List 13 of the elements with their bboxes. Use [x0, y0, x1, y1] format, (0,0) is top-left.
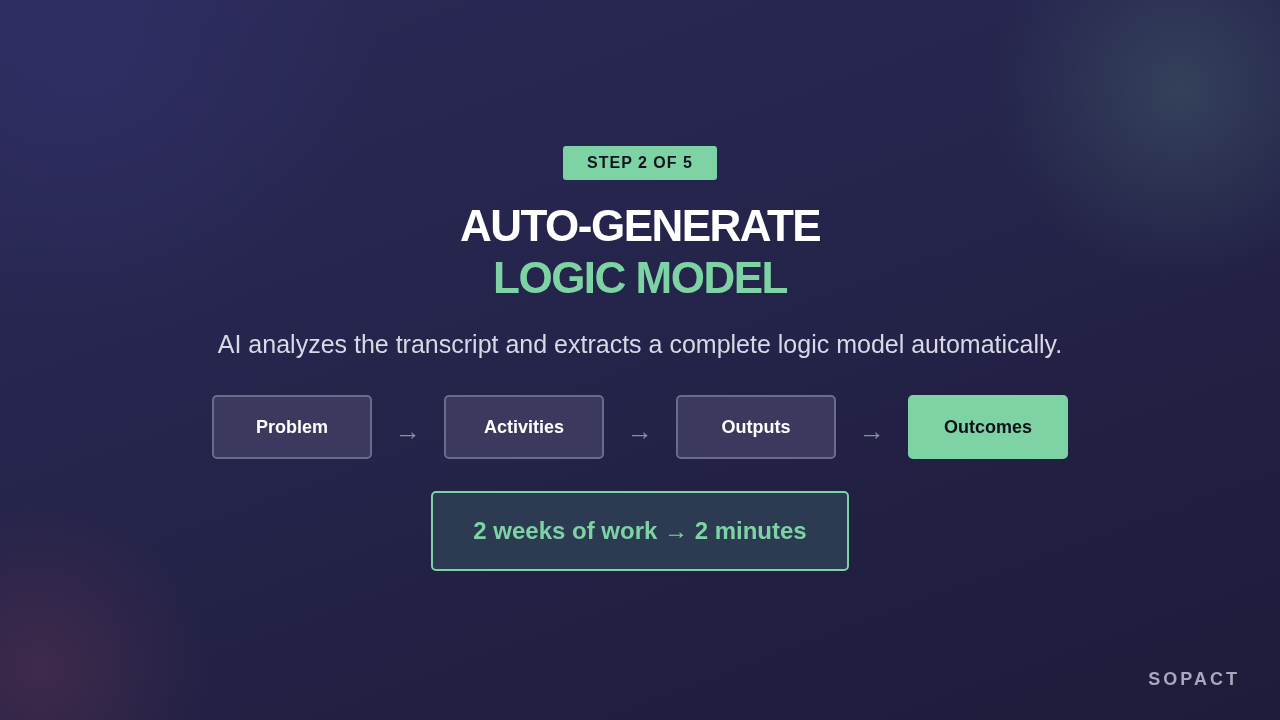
subtitle: AI analyzes the transcript and extracts a complete logic model automatically. — [217, 330, 1063, 359]
flow-step: Activities — [444, 395, 604, 459]
arrow-icon: → — [372, 407, 444, 447]
flow-step: Outputs — [676, 395, 836, 459]
step-badge: STEP 2 OF 5 — [563, 146, 717, 180]
arrow-icon: → — [604, 407, 676, 447]
flow-step: Problem — [212, 395, 372, 459]
title-highlight: LOGIC MODEL — [493, 252, 787, 304]
title: AUTO-GENERATE — [459, 200, 821, 252]
brand-logo: SOPACT — [1148, 669, 1240, 690]
callout: 2 weeks of work → 2 minutes — [431, 491, 849, 571]
arrow-icon: → — [836, 407, 908, 447]
flow-step: Outcomes — [908, 395, 1068, 459]
